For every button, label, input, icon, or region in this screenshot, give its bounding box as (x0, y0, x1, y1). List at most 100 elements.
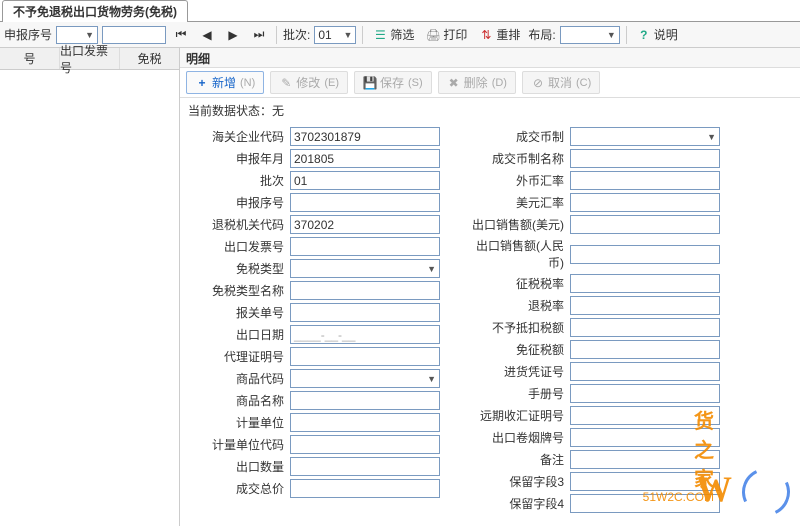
plus-icon: + (195, 76, 209, 90)
field-input[interactable] (290, 457, 440, 476)
field-input[interactable]: ▼ (290, 259, 440, 278)
layout-dropdown[interactable]: ▼ (560, 26, 620, 44)
field-input[interactable] (570, 274, 720, 293)
batch-dropdown[interactable]: 01▼ (314, 26, 356, 44)
field-label: 成交币制 (470, 128, 570, 145)
last-icon: ⏭ (252, 28, 266, 42)
field-input[interactable] (290, 435, 440, 454)
status-label: 当前数据状态： (188, 104, 272, 118)
field-input[interactable] (570, 215, 720, 234)
batch-value: 01 (318, 28, 331, 42)
field-input[interactable] (290, 237, 440, 256)
first-page-button[interactable]: ⏮ (170, 27, 192, 43)
field-input[interactable] (570, 406, 720, 425)
col-header-taxfree: 免税 (120, 48, 179, 69)
col-header-invoice: 出口发票号 (60, 48, 120, 69)
form-row: 备注 (470, 450, 720, 469)
field-input[interactable]: 01 (290, 171, 440, 190)
field-input[interactable] (570, 494, 720, 513)
tab-bar: 不予免退税出口货物劳务(免税) (0, 0, 800, 22)
field-label: 计量单位 (190, 414, 290, 431)
print-button[interactable]: 🖨打印 (422, 25, 471, 44)
form-row: 计量单位 (190, 413, 440, 432)
filter-button[interactable]: ☰筛选 (369, 25, 418, 44)
print-label: 打印 (443, 26, 467, 43)
form-row: 成交币制 ▼ (470, 127, 720, 146)
col-header-seq: 号 (0, 48, 60, 69)
field-label: 备注 (470, 451, 570, 468)
last-page-button[interactable]: ⏭ (248, 27, 270, 43)
field-input[interactable] (570, 472, 720, 491)
field-input[interactable] (290, 479, 440, 498)
field-input[interactable] (570, 245, 720, 264)
field-input[interactable] (570, 428, 720, 447)
form-row: 出口卷烟牌号 (470, 428, 720, 447)
form-row: 不予抵扣税额 (470, 318, 720, 337)
field-label: 免税类型名称 (190, 282, 290, 299)
field-label: 出口数量 (190, 458, 290, 475)
field-label: 成交总价 (190, 480, 290, 497)
rearrange-button[interactable]: ⇅重排 (475, 25, 524, 44)
field-input[interactable] (570, 149, 720, 168)
form-column-left: 海关企业代码3702301879申报年月201805批次01申报序号退税机关代码… (190, 127, 440, 513)
batch-label: 批次: (283, 26, 310, 43)
field-label: 报关单号 (190, 304, 290, 321)
field-input[interactable] (570, 171, 720, 190)
active-tab[interactable]: 不予免退税出口货物劳务(免税) (2, 0, 188, 22)
form-column-right: 成交币制▼成交币制名称外币汇率美元汇率出口销售额(美元)出口销售额(人民币)征税… (470, 127, 720, 513)
field-label: 保留字段3 (470, 473, 570, 490)
form-row: 申报年月201805 (190, 149, 440, 168)
form-row: 远期收汇证明号 (470, 406, 720, 425)
field-input[interactable] (290, 413, 440, 432)
field-input[interactable] (290, 281, 440, 300)
help-button[interactable]: ?说明 (633, 25, 682, 44)
form-row: 退税率 (470, 296, 720, 315)
status-bar: 当前数据状态：无 (180, 98, 800, 123)
field-label: 退税机关代码 (190, 216, 290, 233)
field-input[interactable] (570, 340, 720, 359)
prev-page-button[interactable]: ◀ (196, 27, 218, 43)
field-label: 出口日期 (190, 326, 290, 343)
add-button[interactable]: +新增(N) (186, 71, 264, 94)
field-value: 3702301879 (294, 130, 361, 144)
field-input[interactable] (570, 384, 720, 403)
field-input[interactable] (290, 193, 440, 212)
filter-icon: ☰ (373, 28, 387, 42)
field-input[interactable]: 3702301879 (290, 127, 440, 146)
delete-icon: ✖ (447, 76, 461, 90)
field-label: 出口发票号 (190, 238, 290, 255)
layout-label: 布局: (528, 26, 555, 43)
field-input[interactable] (570, 450, 720, 469)
form-row: 出口日期____-__-__ (190, 325, 440, 344)
edit-button[interactable]: ✎修改(E) (270, 71, 348, 94)
next-page-button[interactable]: ▶ (222, 27, 244, 43)
field-input[interactable]: 370202 (290, 215, 440, 234)
cancel-button[interactable]: ⊘取消(C) (522, 71, 600, 94)
field-input[interactable] (570, 318, 720, 337)
field-input[interactable] (570, 362, 720, 381)
filter-label: 筛选 (390, 26, 414, 43)
field-input[interactable]: ____-__-__ (290, 325, 440, 344)
field-input[interactable]: ▼ (290, 369, 440, 388)
field-input[interactable] (290, 347, 440, 366)
field-label: 商品代码 (190, 370, 290, 387)
print-icon: 🖨 (426, 28, 440, 42)
field-input[interactable] (290, 391, 440, 410)
field-input[interactable]: ▼ (570, 127, 720, 146)
detail-toolbar: +新增(N) ✎修改(E) 💾保存(S) ✖删除(D) ⊘取消(C) (180, 68, 800, 98)
field-label: 出口销售额(人民币) (470, 237, 570, 271)
form-row: 申报序号 (190, 193, 440, 212)
field-label: 代理证明号 (190, 348, 290, 365)
field-input[interactable] (290, 303, 440, 322)
form-row: 成交总价 (190, 479, 440, 498)
delete-button[interactable]: ✖删除(D) (438, 71, 516, 94)
field-input[interactable]: 201805 (290, 149, 440, 168)
field-label: 外币汇率 (470, 172, 570, 189)
field-label: 征税税率 (470, 275, 570, 292)
field-input[interactable] (570, 193, 720, 212)
form-row: 征税税率 (470, 274, 720, 293)
chevron-down-icon: ▼ (704, 132, 716, 142)
save-button[interactable]: 💾保存(S) (354, 71, 432, 94)
form-row: 进货凭证号 (470, 362, 720, 381)
field-input[interactable] (570, 296, 720, 315)
